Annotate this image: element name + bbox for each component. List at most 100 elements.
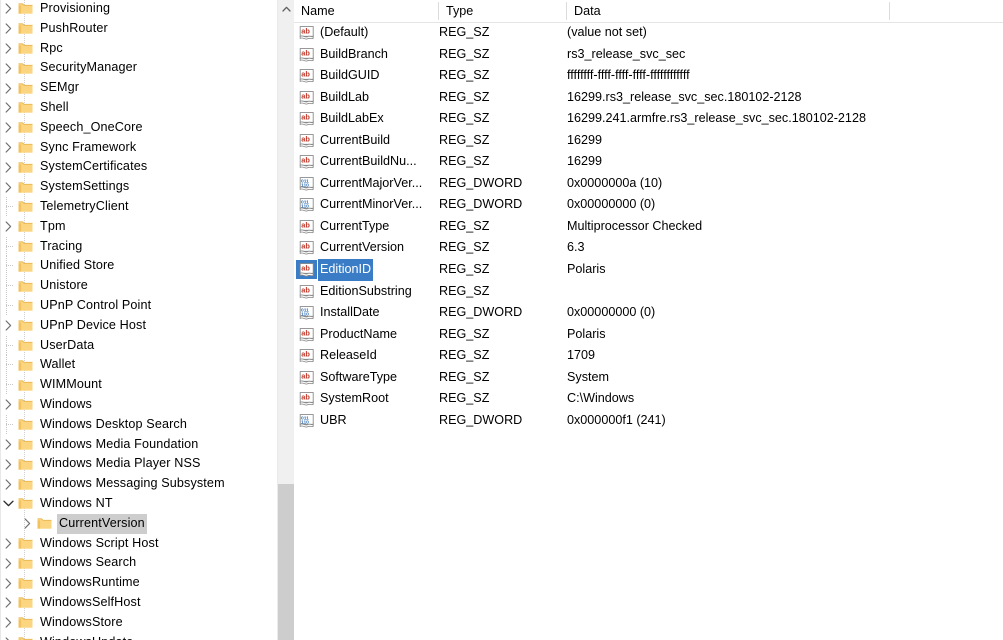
chevron-right-icon[interactable] [0, 534, 17, 554]
value-row[interactable]: abEditionSubstringREG_SZ [294, 281, 1003, 303]
tree-item-windowsruntime[interactable]: WindowsRuntime [0, 573, 294, 593]
tree-item-windows[interactable]: Windows [0, 395, 294, 415]
chevron-right-icon[interactable] [0, 553, 17, 573]
value-row[interactable]: 011110CurrentMajorVer...REG_DWORD0x00000… [294, 173, 1003, 195]
tree-item-wallet[interactable]: Wallet [0, 355, 294, 375]
tree-item-tpm[interactable]: Tpm [0, 217, 294, 237]
tree-scrollbar-thumb[interactable] [278, 484, 294, 640]
chevron-right-icon[interactable] [0, 19, 17, 39]
column-header-type[interactable]: Type [439, 0, 567, 22]
tree-item-upnp-control-point[interactable]: UPnP Control Point [0, 296, 294, 316]
chevron-right-icon[interactable] [0, 474, 17, 494]
tree-item-semgr[interactable]: SEMgr [0, 78, 294, 98]
string-value-icon: ab [299, 47, 315, 62]
value-data: 0x00000000 (0) [567, 302, 655, 324]
chevron-right-icon[interactable] [0, 177, 17, 197]
registry-value-list[interactable]: Name Type Data ab(Default)REG_SZ(value n… [294, 0, 1003, 640]
tree-item-shell[interactable]: Shell [0, 98, 294, 118]
tree-item-windows-script-host[interactable]: Windows Script Host [0, 534, 294, 554]
column-header-data[interactable]: Data [567, 0, 889, 22]
tree-item-currentversion[interactable]: CurrentVersion [0, 514, 294, 534]
value-row[interactable]: 011110CurrentMinorVer...REG_DWORD0x00000… [294, 194, 1003, 216]
chevron-right-icon[interactable] [0, 613, 17, 633]
tree-item-rpc[interactable]: Rpc [0, 39, 294, 59]
chevron-right-icon[interactable] [0, 395, 17, 415]
tree-item-provisioning[interactable]: Provisioning [0, 0, 294, 19]
tree-item-userdata[interactable]: UserData [0, 336, 294, 356]
value-row[interactable]: abProductNameREG_SZPolaris [294, 324, 1003, 346]
tree-item-windows-messaging-subsystem[interactable]: Windows Messaging Subsystem [0, 474, 294, 494]
value-row[interactable]: abSoftwareTypeREG_SZSystem [294, 367, 1003, 389]
value-type: REG_SZ [439, 130, 489, 152]
tree-item-systemsettings[interactable]: SystemSettings [0, 177, 294, 197]
chevron-right-icon[interactable] [0, 573, 17, 593]
value-row[interactable]: abSystemRootREG_SZC:\Windows [294, 388, 1003, 410]
chevron-right-icon[interactable] [0, 593, 17, 613]
string-value-icon: ab [299, 219, 315, 234]
tree-item-tracing[interactable]: Tracing [0, 237, 294, 257]
value-row[interactable]: abCurrentBuildNu...REG_SZ16299 [294, 151, 1003, 173]
tree-item-windows-desktop-search[interactable]: Windows Desktop Search [0, 415, 294, 435]
tree-item-windowsupdate[interactable]: WindowsUpdate [0, 633, 294, 640]
chevron-right-icon[interactable] [0, 435, 17, 455]
value-row[interactable]: abBuildBranchREG_SZrs3_release_svc_sec [294, 44, 1003, 66]
tree-item-windows-search[interactable]: Windows Search [0, 553, 294, 573]
chevron-right-icon[interactable] [0, 138, 17, 158]
chevron-up-icon[interactable] [278, 0, 294, 17]
tree-item-label: Unified Store [38, 256, 116, 276]
value-row[interactable]: 011110UBRREG_DWORD0x000000f1 (241) [294, 410, 1003, 432]
chevron-right-icon[interactable] [0, 58, 17, 78]
value-row[interactable]: abReleaseIdREG_SZ1709 [294, 345, 1003, 367]
chevron-right-icon[interactable] [0, 217, 17, 237]
value-row[interactable]: abCurrentTypeREG_SZMultiprocessor Checke… [294, 216, 1003, 238]
tree-item-securitymanager[interactable]: SecurityManager [0, 58, 294, 78]
chevron-right-icon[interactable] [0, 157, 17, 177]
value-row[interactable]: abBuildLabREG_SZ16299.rs3_release_svc_se… [294, 87, 1003, 109]
tree-item-upnp-device-host[interactable]: UPnP Device Host [0, 316, 294, 336]
chevron-down-icon[interactable] [0, 494, 17, 514]
chevron-right-icon[interactable] [0, 316, 17, 336]
value-row[interactable]: abCurrentVersionREG_SZ6.3 [294, 237, 1003, 259]
value-type: REG_SZ [439, 108, 489, 130]
value-data: 0x0000000a (10) [567, 173, 662, 195]
chevron-right-icon[interactable] [0, 118, 17, 138]
value-row[interactable]: 011110InstallDateREG_DWORD0x00000000 (0) [294, 302, 1003, 324]
folder-icon [17, 138, 33, 158]
tree-item-unistore[interactable]: Unistore [0, 276, 294, 296]
tree-item-speech-onecore[interactable]: Speech_OneCore [0, 118, 294, 138]
folder-icon [17, 118, 33, 138]
chevron-right-icon[interactable] [0, 39, 17, 59]
value-data: 6.3 [567, 237, 585, 259]
tree-item-unified-store[interactable]: Unified Store [0, 256, 294, 276]
chevron-right-icon[interactable] [0, 78, 17, 98]
tree-item-windows-media-foundation[interactable]: Windows Media Foundation [0, 435, 294, 455]
tree-item-sync-framework[interactable]: Sync Framework [0, 138, 294, 158]
value-row[interactable]: abCurrentBuildREG_SZ16299 [294, 130, 1003, 152]
chevron-right-icon[interactable] [0, 633, 17, 640]
tree-item-telemetryclient[interactable]: TelemetryClient [0, 197, 294, 217]
tree-item-pushrouter[interactable]: PushRouter [0, 19, 294, 39]
value-row[interactable]: abEditionIDREG_SZPolaris [294, 259, 1003, 281]
value-row[interactable]: abBuildGUIDREG_SZffffffff-ffff-ffff-ffff… [294, 65, 1003, 87]
tree-item-windowsselfhost[interactable]: WindowsSelfHost [0, 593, 294, 613]
svg-text:ab: ab [301, 221, 310, 230]
column-header-name[interactable]: Name [294, 0, 439, 22]
value-name: ReleaseId [318, 345, 379, 367]
tree-item-windows-nt[interactable]: Windows NT [0, 494, 294, 514]
svg-text:ab: ab [301, 242, 310, 251]
tree-item-wimmount[interactable]: WIMMount [0, 375, 294, 395]
registry-key-tree[interactable]: ProvisioningPushRouterRpcSecurityManager… [0, 0, 294, 640]
tree-item-windowsstore[interactable]: WindowsStore [0, 613, 294, 633]
tree-item-systemcertificates[interactable]: SystemCertificates [0, 157, 294, 177]
value-row[interactable]: ab(Default)REG_SZ(value not set) [294, 22, 1003, 44]
tree-vertical-scrollbar[interactable] [277, 0, 294, 640]
chevron-right-icon[interactable] [19, 514, 36, 534]
column-separator-3[interactable] [889, 2, 890, 20]
list-column-header: Name Type Data [294, 0, 1003, 23]
registry-editor-window: ProvisioningPushRouterRpcSecurityManager… [0, 0, 1003, 640]
chevron-right-icon[interactable] [0, 0, 17, 19]
chevron-right-icon[interactable] [0, 98, 17, 118]
chevron-right-icon[interactable] [0, 454, 17, 474]
value-row[interactable]: abBuildLabExREG_SZ16299.241.armfre.rs3_r… [294, 108, 1003, 130]
tree-item-windows-media-player-nss[interactable]: Windows Media Player NSS [0, 454, 294, 474]
